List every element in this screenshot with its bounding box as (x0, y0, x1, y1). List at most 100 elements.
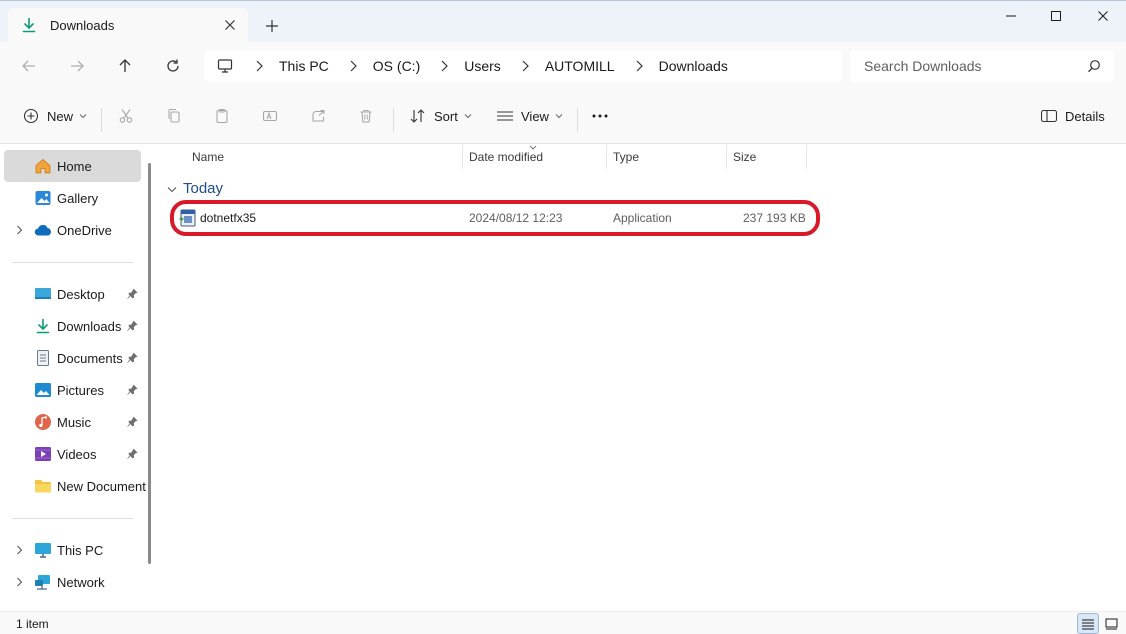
chevron-right-icon[interactable] (346, 59, 360, 73)
video-icon (34, 445, 52, 463)
file-list-pane: Name Date modified Type Size Today dotne… (159, 145, 1126, 611)
close-tab-button[interactable] (216, 11, 244, 39)
tab-downloads[interactable]: Downloads (8, 8, 248, 42)
tiles-view-button[interactable] (1100, 613, 1122, 634)
sidebar-scrollbar[interactable] (148, 163, 151, 564)
pin-icon[interactable] (125, 287, 139, 301)
sidebar-item-label: Downloads (57, 319, 122, 334)
folder-icon (34, 477, 52, 495)
cut-button[interactable] (117, 100, 135, 132)
close-window-button[interactable] (1080, 0, 1126, 32)
pin-icon[interactable] (125, 447, 139, 461)
chevron-right-icon[interactable] (632, 59, 646, 73)
breadcrumb-os-c[interactable]: OS (C:) (373, 58, 420, 74)
column-label: Size (733, 150, 757, 164)
file-size: 237 193 KB (743, 211, 806, 225)
file-type: Application (613, 211, 672, 225)
address-bar[interactable]: This PC OS (C:) Users AUTOMILL Downloads (204, 50, 842, 82)
breadcrumb-this-pc[interactable]: This PC (279, 58, 329, 74)
delete-button[interactable] (357, 100, 375, 132)
sidebar-item-documents[interactable]: Documents (4, 342, 141, 374)
network-icon (34, 573, 52, 591)
sidebar-item-this-pc[interactable]: This PC (4, 534, 141, 566)
maximize-icon (1051, 11, 1061, 21)
up-button[interactable] (109, 50, 141, 82)
chevron-right-icon[interactable] (13, 224, 25, 236)
tab-title: Downloads (50, 17, 115, 33)
maximize-button[interactable] (1033, 0, 1079, 32)
forward-button[interactable] (61, 50, 93, 82)
monitor-icon[interactable] (215, 56, 235, 76)
more-options-button[interactable] (591, 100, 609, 132)
file-name: dotnetfx35 (200, 211, 257, 225)
chevron-right-icon[interactable] (518, 59, 532, 73)
column-label: Date modified (469, 150, 544, 164)
sidebar-item-label: Gallery (57, 191, 99, 206)
chevron-right-icon[interactable] (437, 59, 451, 73)
chevron-right-icon[interactable] (13, 576, 25, 588)
navigation-pane: Home Gallery OneDrive Desktop Downloads … (0, 145, 158, 611)
sort-button[interactable]: Sort (409, 100, 472, 132)
pin-icon[interactable] (125, 383, 139, 397)
new-button[interactable]: New (22, 100, 87, 132)
arrow-up-icon (119, 59, 131, 72)
sidebar-item-label: Videos (57, 447, 97, 462)
refresh-button[interactable] (157, 50, 189, 82)
sidebar-item-downloads[interactable]: Downloads (4, 310, 141, 342)
sidebar-item-videos[interactable]: Videos (4, 438, 141, 470)
sidebar-item-label: Pictures (57, 383, 104, 398)
chevron-down-icon (79, 112, 87, 120)
search-box[interactable]: Search Downloads (850, 50, 1114, 82)
new-tab-button[interactable] (258, 12, 286, 40)
sidebar-item-new-document[interactable]: New Document (4, 470, 146, 502)
back-button[interactable] (13, 50, 45, 82)
column-header-name[interactable]: Name (186, 145, 463, 169)
details-label: Details (1065, 108, 1105, 124)
paste-button[interactable] (213, 100, 231, 132)
table-row[interactable]: dotnetfx35 2024/08/12 12:23 Application … (173, 205, 819, 231)
title-bar: Downloads (0, 0, 1126, 42)
breadcrumb-automill[interactable]: AUTOMILL (545, 58, 615, 74)
copy-button[interactable] (165, 100, 183, 132)
view-button[interactable]: View (496, 100, 563, 132)
sidebar-item-label: This PC (57, 543, 104, 558)
close-icon (1098, 11, 1108, 21)
sidebar-item-music[interactable]: Music (4, 406, 141, 438)
chevron-down-icon (464, 112, 472, 120)
pin-icon[interactable] (125, 351, 139, 365)
sidebar-item-label: Music (57, 415, 91, 430)
tiles-view-icon (1105, 618, 1117, 629)
copy-icon (165, 107, 183, 125)
sidebar-item-home[interactable]: Home (4, 150, 141, 182)
sidebar-item-gallery[interactable]: Gallery (4, 182, 141, 214)
column-header-size[interactable]: Size (727, 145, 807, 169)
minimize-button[interactable] (988, 0, 1034, 32)
rename-button[interactable] (261, 100, 279, 132)
clipboard-icon (213, 107, 231, 125)
pin-icon[interactable] (125, 319, 139, 333)
sort-icon (409, 107, 427, 125)
sidebar-item-desktop[interactable]: Desktop (4, 278, 141, 310)
minimize-icon (1006, 15, 1016, 17)
sidebar-item-pictures[interactable]: Pictures (4, 374, 141, 406)
chevron-right-icon[interactable] (252, 59, 266, 73)
sidebar-item-network[interactable]: Network (4, 566, 141, 598)
group-header-today[interactable]: Today (167, 178, 223, 198)
details-view-button[interactable] (1077, 613, 1099, 634)
details-pane-button[interactable]: Details (1040, 100, 1105, 132)
column-label: Type (613, 150, 640, 164)
pin-icon[interactable] (125, 415, 139, 429)
breadcrumb-downloads[interactable]: Downloads (659, 58, 728, 74)
share-button[interactable] (309, 100, 327, 132)
sidebar-item-label: Desktop (57, 287, 105, 302)
download-icon (20, 16, 38, 34)
sidebar-item-onedrive[interactable]: OneDrive (4, 214, 141, 246)
column-header-type[interactable]: Type (607, 145, 727, 169)
breadcrumb-users[interactable]: Users (464, 58, 501, 74)
chevron-down-icon[interactable] (167, 181, 177, 196)
home-icon (34, 157, 52, 175)
search-input[interactable]: Search Downloads (864, 58, 1086, 74)
sidebar-item-label: New Document (57, 479, 146, 494)
chevron-right-icon[interactable] (13, 544, 25, 556)
share-icon (309, 107, 327, 125)
